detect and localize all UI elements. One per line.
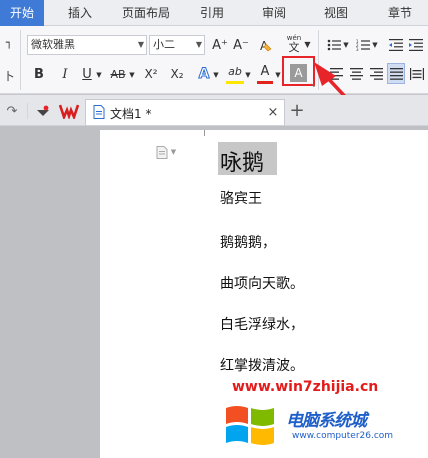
grow-font-icon[interactable]: A⁺ xyxy=(211,35,229,55)
watermark-site-url: www.computer26.com xyxy=(292,431,394,441)
superscript-button[interactable]: X² xyxy=(140,64,162,84)
distributed-align-icon[interactable] xyxy=(408,64,426,84)
poem-line[interactable]: 鹅鹅鹅， xyxy=(220,232,276,252)
windows-logo-icon xyxy=(226,406,274,445)
underline-button[interactable]: U xyxy=(80,64,94,84)
chevron-down-icon[interactable]: ▼ xyxy=(95,68,103,82)
paste-icon[interactable]: ┐ xyxy=(2,32,16,52)
document-tab-bar: ↷ 文档1 * × + xyxy=(0,95,428,126)
customize-quick-access-icon[interactable] xyxy=(34,102,52,120)
phonetic-guide-char: 文 xyxy=(288,41,300,54)
tab-home[interactable]: 开始 xyxy=(0,0,44,26)
document-tab-title: 文档1 * xyxy=(110,107,152,121)
chevron-down-icon[interactable]: ▼ xyxy=(128,68,136,82)
poem-author[interactable]: 骆宾王 xyxy=(220,188,262,208)
bold-button[interactable]: B xyxy=(30,64,48,84)
chevron-down-icon: ▼ xyxy=(137,40,144,49)
new-tab-plus-icon[interactable]: + xyxy=(288,100,306,121)
watermark-site-name: 电脑系统城 xyxy=(286,411,367,431)
tab-sections[interactable]: 章节 xyxy=(384,0,416,26)
highlight-icon[interactable]: ab xyxy=(226,62,244,80)
font-size-combo[interactable]: 小二 ▼ xyxy=(149,35,205,55)
tab-insert[interactable]: 插入 xyxy=(62,0,98,26)
svg-text:3: 3 xyxy=(356,47,359,51)
italic-button[interactable]: I xyxy=(56,64,74,84)
shrink-font-icon[interactable]: A⁻ xyxy=(232,35,250,55)
font-name-value: 微软雅黑 xyxy=(31,38,75,51)
poem-title[interactable]: 咏鹅 xyxy=(220,145,264,177)
increase-indent-icon[interactable] xyxy=(408,35,424,55)
chevron-down-icon: ▼ xyxy=(195,40,202,49)
poem-line[interactable]: 红掌拨清波。 xyxy=(220,355,304,375)
margin-marker xyxy=(204,130,218,136)
font-size-value: 小二 xyxy=(153,38,175,51)
font-name-combo[interactable]: 微软雅黑 ▼ xyxy=(27,35,147,55)
document-tab[interactable]: 文档1 * × xyxy=(85,99,285,125)
close-icon[interactable]: × xyxy=(266,104,280,120)
chevron-down-icon[interactable]: ▼ xyxy=(212,68,220,82)
chevron-down-icon[interactable]: ▼ xyxy=(274,68,282,82)
document-canvas: ▼ 咏鹅 骆宾王 鹅鹅鹅， 曲项向天歌。 白毛浮绿水， 红掌拨清波。 www.w… xyxy=(0,126,428,458)
phonetic-guide-button[interactable]: wén 文 xyxy=(285,32,303,56)
ribbon-tab-bar: 开始 插入 页面布局 引用 审阅 视图 章节 xyxy=(0,0,428,26)
tab-page-layout[interactable]: 页面布局 xyxy=(118,0,174,26)
font-color-bar xyxy=(257,81,273,84)
tab-references[interactable]: 引用 xyxy=(196,0,228,26)
group-divider xyxy=(20,30,21,90)
redo-icon[interactable]: ↷ xyxy=(4,102,20,120)
chevron-down-icon[interactable]: ▼ xyxy=(303,37,312,51)
document-icon xyxy=(92,104,106,120)
divider xyxy=(27,103,28,119)
wps-logo-icon[interactable] xyxy=(58,102,80,120)
subscript-button[interactable]: X₂ xyxy=(166,64,188,84)
decrease-indent-icon[interactable] xyxy=(388,35,404,55)
format-painter-icon[interactable]: 卜 xyxy=(2,66,16,86)
font-color-icon[interactable]: A xyxy=(258,62,272,80)
tab-view[interactable]: 视图 xyxy=(320,0,352,26)
chevron-down-icon: ▼ xyxy=(170,148,177,156)
chevron-down-icon[interactable]: ▼ xyxy=(371,38,379,52)
clear-format-icon[interactable]: A xyxy=(258,35,274,55)
chevron-down-icon[interactable]: ▼ xyxy=(244,68,252,82)
ribbon-home-panel: ┐ 卜 微软雅黑 ▼ 小二 ▼ A⁺ A⁻ A wén 文 ▼ ▼ 123 ▼ … xyxy=(0,26,428,134)
poem-line[interactable]: 曲项向天歌。 xyxy=(220,273,304,293)
text-effect-icon[interactable]: A xyxy=(196,64,212,84)
numbered-list-icon[interactable]: 123 xyxy=(355,35,371,55)
chevron-down-icon[interactable]: ▼ xyxy=(342,38,350,52)
paragraph-handle-icon[interactable]: ▼ xyxy=(152,144,180,160)
highlight-color-bar xyxy=(226,81,244,84)
watermark-url: www.win7zhijia.cn xyxy=(232,379,379,395)
bullet-list-icon[interactable] xyxy=(326,35,342,55)
strikethrough-button[interactable]: AB xyxy=(108,64,128,84)
poem-line[interactable]: 白毛浮绿水， xyxy=(220,314,304,334)
tab-review[interactable]: 审阅 xyxy=(258,0,290,26)
